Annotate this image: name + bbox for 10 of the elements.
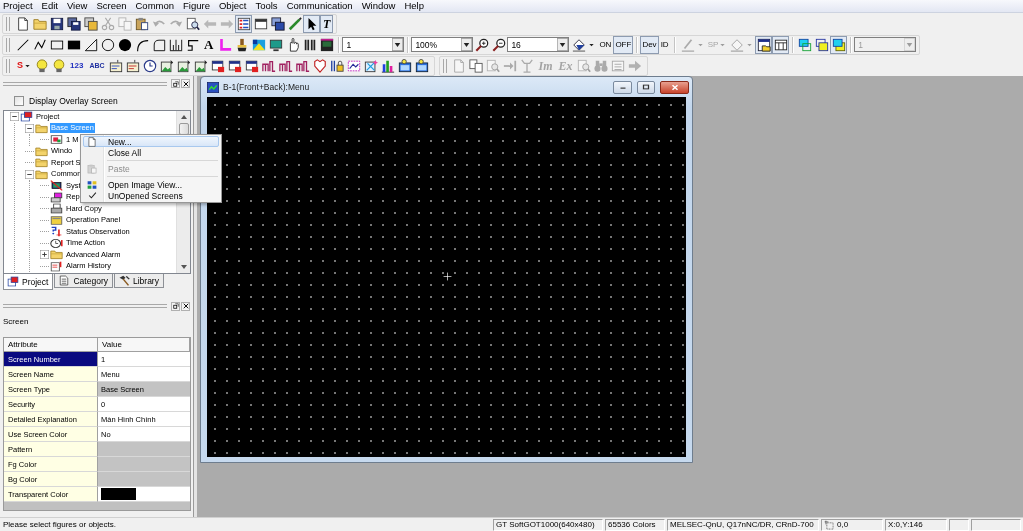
window-title: B-1(Front+Back):Menu	[223, 82, 311, 92]
column-header: Value	[98, 338, 190, 352]
panel-title: Screen	[2, 315, 30, 328]
status-panel: 65536 Colors	[605, 518, 665, 531]
status-text: 0,0	[837, 520, 849, 529]
status-panel: X:0,Y:146	[885, 518, 947, 531]
status-panel: GT SoftGOT1000(640x480)	[493, 518, 603, 531]
status-panel: MELSEC-QnU, Q17nNC/DR, CRnD-700	[667, 518, 819, 531]
status-message: Please select figures or objects.	[2, 520, 117, 529]
column-header: Attribute	[4, 338, 98, 352]
